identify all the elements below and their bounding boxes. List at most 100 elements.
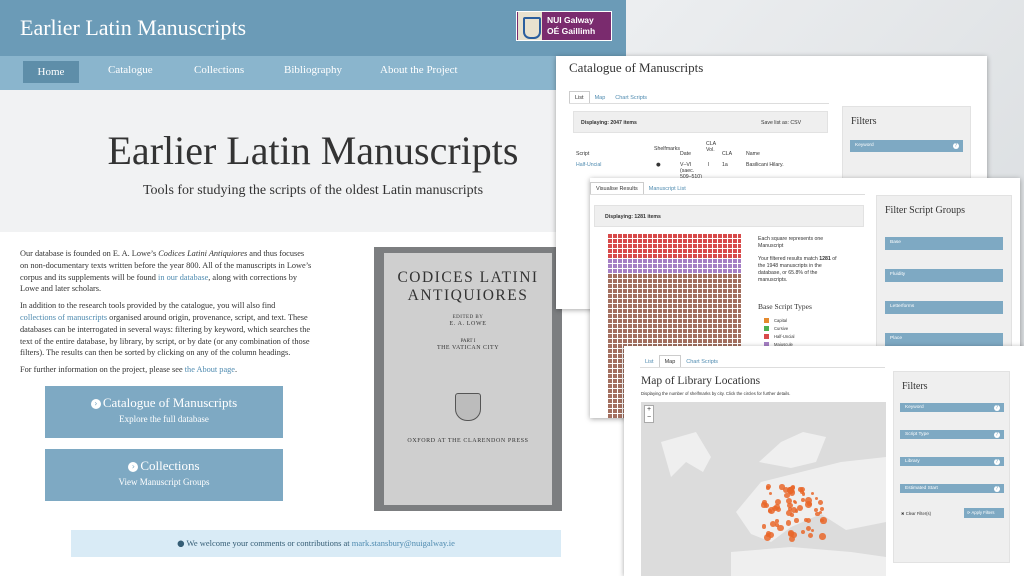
intro-paragraph-3: For further information on the project, … (20, 365, 238, 375)
book-title: CODICES LATINI ANTIQUIORES (397, 269, 539, 304)
intro-paragraph-1: Our database is founded on E. A. Lowe’s … (20, 249, 312, 294)
site-header: Earlier Latin Manuscripts NUI Galway OÉ … (0, 0, 626, 56)
help-icon: ? (994, 431, 1000, 438)
help-icon: ? (953, 143, 959, 149)
refresh-icon: ⟳ (967, 510, 971, 515)
comments-icon: ● (177, 539, 185, 549)
book-cover-image: CODICES LATINI ANTIQUIORES EDITED BY E. … (374, 247, 562, 511)
table-row-script[interactable]: Half-Uncial (576, 162, 601, 168)
location-marker[interactable] (774, 498, 781, 505)
arrow-circle-right-icon: › (90, 399, 101, 409)
nav-catalogue[interactable]: Catalogue (108, 64, 153, 76)
close-icon: ✖ (901, 511, 905, 516)
filter-keyword[interactable]: Keyword? (850, 140, 963, 152)
help-icon: ? (994, 458, 1000, 465)
location-marker[interactable] (804, 517, 809, 522)
location-marker[interactable] (794, 518, 799, 523)
intro-paragraph-2: In addition to the research tools provid… (20, 301, 311, 358)
location-marker[interactable] (773, 504, 780, 510)
zoom-out-button[interactable]: − (645, 414, 653, 422)
filter-keyword[interactable]: Keyword? (900, 403, 1004, 412)
col-name[interactable]: Name (746, 151, 760, 157)
location-marker[interactable] (792, 499, 796, 503)
hero-title: Earlier Latin Manuscripts (107, 128, 519, 173)
press-crest-icon (455, 393, 481, 421)
location-marker[interactable] (768, 531, 774, 538)
contact-email-link[interactable]: mark.stansbury@nuigalway.ie (352, 538, 455, 548)
col-script[interactable]: Script (576, 151, 589, 157)
location-marker[interactable] (764, 502, 769, 508)
collections-link[interactable]: collections of manuscripts (20, 313, 107, 322)
intro-text: Our database is founded on E. A. Lowe’s … (20, 248, 312, 381)
nav-home[interactable]: Home (23, 61, 79, 83)
location-marker[interactable] (805, 501, 813, 508)
hero-banner: Earlier Latin Manuscripts Tools for stud… (0, 90, 626, 232)
site-title[interactable]: Earlier Latin Manuscripts (20, 15, 246, 41)
col-shelfmarks[interactable]: Shelfmarks (654, 146, 680, 152)
map-screenshot: List Map Chart Scripts Map of Library Loca… (624, 346, 1024, 576)
location-marker[interactable] (779, 484, 785, 490)
col-cla-vol[interactable]: CLA Vol. (706, 141, 720, 153)
clear-filters-button[interactable]: ✖ Clear Filter(s) (901, 511, 931, 516)
location-marker[interactable] (806, 525, 812, 531)
filter-base[interactable]: Base (885, 237, 1003, 250)
location-marker[interactable] (800, 530, 805, 535)
location-marker[interactable] (761, 524, 767, 529)
contact-banner: ● We welcome your comments or contributi… (71, 530, 561, 557)
map-land-layer (661, 432, 886, 576)
zoom-in-button[interactable]: + (645, 406, 653, 414)
location-marker[interactable] (785, 509, 792, 516)
map-filters: Filters Keyword? Script Type? Library? E… (893, 371, 1010, 563)
location-marker[interactable] (801, 491, 806, 496)
location-marker[interactable] (787, 531, 794, 537)
catalogue-button[interactable]: › Catalogue of Manuscripts Explore the fu… (45, 386, 283, 438)
logo-line-1: NUI Galway (547, 15, 594, 25)
main-nav: Home Catalogue Collections Bibliography … (0, 56, 626, 90)
nav-collections[interactable]: Collections (194, 64, 244, 76)
location-marker[interactable] (819, 533, 826, 540)
location-marker[interactable] (818, 510, 822, 514)
catalogue-title: Catalogue of Manuscripts (569, 60, 704, 75)
info-icon[interactable]: ● (656, 162, 661, 168)
filter-place[interactable]: Place (885, 333, 1003, 346)
about-page-link[interactable]: the About page (185, 365, 235, 374)
university-crest-icon (518, 12, 542, 40)
col-cla[interactable]: CLA (722, 151, 732, 157)
filter-fluidity[interactable]: Fluidity (885, 269, 1003, 282)
location-marker[interactable] (814, 497, 818, 501)
logo-line-2: OÉ Gaillimh (547, 26, 596, 36)
results-bar: Displaying: 2047 items Save list as: CSV (573, 111, 828, 133)
location-marker[interactable] (765, 486, 770, 490)
nav-about[interactable]: About the Project (380, 64, 458, 76)
legend-swatch-cursive (764, 326, 769, 331)
apply-filters-button[interactable]: ⟳ Apply Filters (964, 508, 1004, 518)
legend-swatch-half-uncial (764, 334, 769, 339)
hero-subtitle: Tools for studying the scripts of the ol… (142, 183, 484, 198)
csv-download-button[interactable]: CSV (790, 120, 801, 126)
filter-letterforms[interactable]: Letterforms (885, 301, 1003, 314)
nav-bibliography[interactable]: Bibliography (284, 64, 342, 76)
main-site-window: Earlier Latin Manuscripts NUI Galway OÉ … (0, 0, 626, 576)
location-marker[interactable] (769, 491, 773, 495)
location-marker[interactable] (797, 504, 804, 511)
filter-script-type[interactable]: Script Type? (900, 430, 1004, 439)
library-locations-map[interactable]: + − (641, 402, 886, 576)
help-icon: ? (994, 485, 1000, 492)
location-marker[interactable] (810, 491, 814, 495)
legend-swatch-capital (764, 318, 769, 323)
location-marker[interactable] (777, 524, 784, 532)
database-link[interactable]: in our database (158, 273, 208, 282)
filter-library[interactable]: Library? (900, 457, 1004, 466)
filter-estimated-start[interactable]: Estimated Start? (900, 484, 1004, 493)
arrow-circle-right-icon: › (128, 462, 139, 472)
location-marker[interactable] (785, 519, 792, 526)
university-logo[interactable]: NUI Galway OÉ Gaillimh (516, 11, 612, 41)
chart-results-bar: Displaying: 1281 items (594, 205, 864, 227)
location-marker[interactable] (787, 503, 793, 509)
map-title: Map of Library Locations (641, 375, 761, 387)
help-icon: ? (994, 404, 1000, 411)
zoom-control[interactable]: + − (644, 405, 654, 423)
location-marker[interactable] (784, 492, 790, 499)
col-date[interactable]: Date (680, 151, 691, 157)
collections-button[interactable]: › Collections View Manuscript Groups (45, 449, 283, 501)
